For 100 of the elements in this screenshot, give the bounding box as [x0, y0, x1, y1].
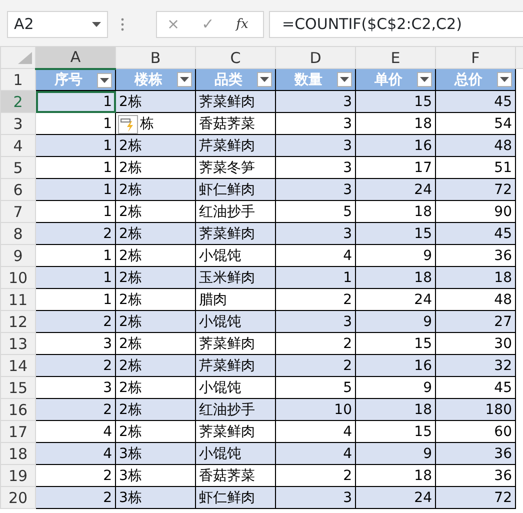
- table-cell[interactable]: 小馄饨: [196, 310, 276, 332]
- dropdown-icon[interactable]: [100, 78, 109, 82]
- filter-button[interactable]: [417, 72, 432, 87]
- table-cell[interactable]: 1: [276, 266, 356, 288]
- table-cell[interactable]: 3栋: [116, 486, 196, 508]
- row-header[interactable]: 7: [0, 200, 36, 222]
- filter-button[interactable]: [177, 72, 192, 87]
- column-header[interactable]: C: [196, 46, 276, 68]
- row-header[interactable]: 16: [0, 398, 36, 420]
- column-header[interactable]: A: [36, 46, 116, 68]
- table-cell[interactable]: 3栋: [116, 442, 196, 464]
- table-cell[interactable]: 2: [36, 310, 116, 332]
- table-cell[interactable]: 玉米鲜肉: [196, 266, 276, 288]
- table-cell[interactable]: 2栋: [116, 222, 196, 244]
- table-cell[interactable]: 2栋: [116, 266, 196, 288]
- filter-button[interactable]: [97, 72, 112, 88]
- dropdown-icon[interactable]: [180, 77, 189, 82]
- table-cell[interactable]: 16: [356, 354, 436, 376]
- table-cell[interactable]: 2: [36, 222, 116, 244]
- table-cell[interactable]: 2栋: [116, 354, 196, 376]
- filter-button[interactable]: [257, 72, 272, 87]
- table-cell[interactable]: 红油抄手: [196, 398, 276, 420]
- dropdown-icon[interactable]: [420, 77, 429, 82]
- table-cell[interactable]: 45: [436, 90, 516, 112]
- table-cell[interactable]: 15: [356, 90, 436, 112]
- table-cell[interactable]: 1: [36, 178, 116, 200]
- table-cell[interactable]: 72: [436, 178, 516, 200]
- table-cell[interactable]: 小馄饨: [196, 442, 276, 464]
- table-cell[interactable]: 3: [276, 486, 356, 508]
- flash-fill-icon[interactable]: [118, 115, 138, 134]
- row-header[interactable]: 2: [0, 90, 36, 112]
- column-header[interactable]: B: [116, 46, 196, 68]
- row-header[interactable]: 8: [0, 222, 36, 244]
- table-cell[interactable]: 24: [356, 178, 436, 200]
- table-cell[interactable]: 10: [276, 398, 356, 420]
- row-header[interactable]: 19: [0, 464, 36, 486]
- row-header[interactable]: 6: [0, 178, 36, 200]
- row-header[interactable]: 9: [0, 244, 36, 266]
- table-cell[interactable]: 18: [356, 266, 436, 288]
- name-box[interactable]: A2: [7, 11, 108, 38]
- row-header[interactable]: 4: [0, 134, 36, 156]
- table-cell[interactable]: 2栋: [116, 310, 196, 332]
- table-cell[interactable]: 2: [36, 486, 116, 508]
- table-cell[interactable]: 2栋: [116, 178, 196, 200]
- table-cell[interactable]: 3: [276, 90, 356, 112]
- row-header[interactable]: 5: [0, 156, 36, 178]
- table-cell[interactable]: 2栋: [116, 398, 196, 420]
- table-cell[interactable]: 2: [36, 398, 116, 420]
- table-cell[interactable]: 9: [356, 442, 436, 464]
- table-cell[interactable]: 1: [36, 266, 116, 288]
- row-header[interactable]: 13: [0, 332, 36, 354]
- table-cell[interactable]: 24: [356, 486, 436, 508]
- row-header[interactable]: 15: [0, 376, 36, 398]
- table-cell[interactable]: 虾仁鲜肉: [196, 486, 276, 508]
- dropdown-icon[interactable]: [340, 77, 349, 82]
- table-cell[interactable]: 2栋: [116, 134, 196, 156]
- table-cell[interactable]: 48: [436, 134, 516, 156]
- column-header[interactable]: D: [276, 46, 356, 68]
- table-cell[interactable]: 4: [276, 442, 356, 464]
- row-header[interactable]: 12: [0, 310, 36, 332]
- table-cell[interactable]: 72: [436, 486, 516, 508]
- table-cell[interactable]: 18: [356, 398, 436, 420]
- table-cell[interactable]: 3: [276, 134, 356, 156]
- dropdown-icon[interactable]: [260, 77, 269, 82]
- table-cell[interactable]: 2: [276, 354, 356, 376]
- insert-function-button[interactable]: fx: [236, 14, 248, 34]
- table-cell[interactable]: 2: [36, 354, 116, 376]
- row-header[interactable]: 10: [0, 266, 36, 288]
- table-cell[interactable]: 3: [276, 310, 356, 332]
- row-header[interactable]: 17: [0, 420, 36, 442]
- filter-button[interactable]: [497, 72, 512, 87]
- table-cell[interactable]: 18: [436, 266, 516, 288]
- column-header[interactable]: E: [356, 46, 436, 68]
- table-cell[interactable]: 芹菜鲜肉: [196, 134, 276, 156]
- row-header[interactable]: 3: [0, 112, 36, 134]
- table-cell[interactable]: 3: [276, 178, 356, 200]
- row-header[interactable]: 11: [0, 288, 36, 310]
- row-header[interactable]: 18: [0, 442, 36, 464]
- column-header[interactable]: F: [436, 46, 516, 68]
- grip-icon[interactable]: [121, 18, 124, 31]
- table-cell[interactable]: 虾仁鲜肉: [196, 178, 276, 200]
- table-cell[interactable]: 2栋: [116, 90, 196, 112]
- table-cell[interactable]: 4: [36, 442, 116, 464]
- table-cell[interactable]: 荠菜鲜肉: [196, 222, 276, 244]
- table-cell[interactable]: 芹菜鲜肉: [196, 354, 276, 376]
- table-cell[interactable]: 36: [436, 442, 516, 464]
- table-cell[interactable]: 1: [36, 134, 116, 156]
- table-cell[interactable]: 栋: [116, 112, 196, 134]
- dropdown-icon[interactable]: [92, 22, 101, 27]
- table-cell[interactable]: 16: [356, 134, 436, 156]
- dropdown-icon[interactable]: [500, 77, 509, 82]
- table-cell[interactable]: 15: [356, 222, 436, 244]
- row-header[interactable]: 14: [0, 354, 36, 376]
- filter-button[interactable]: [337, 72, 352, 87]
- formula-field[interactable]: =COUNTIF($C$2:C2,C2): [269, 11, 523, 38]
- row-header[interactable]: 20: [0, 486, 36, 508]
- table-cell[interactable]: 32: [436, 354, 516, 376]
- row-header[interactable]: 1: [0, 68, 36, 90]
- table-cell[interactable]: 荠菜鲜肉: [196, 90, 276, 112]
- table-cell[interactable]: 9: [356, 310, 436, 332]
